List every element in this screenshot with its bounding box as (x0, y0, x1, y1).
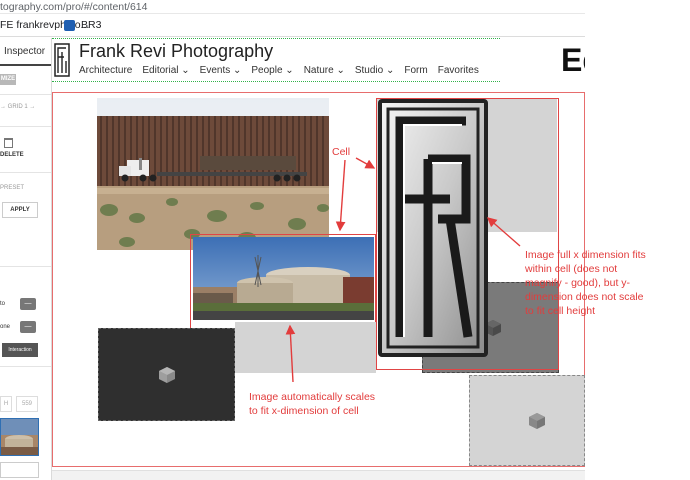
annotation-line: Image automatically scales (249, 391, 376, 403)
nav-item-events[interactable]: Events ⌄ (200, 65, 242, 76)
apply-button[interactable]: APPLY (2, 202, 38, 218)
height-label-box[interactable]: H (0, 396, 12, 412)
delete-label[interactable]: DELETE (0, 152, 24, 158)
truck-photo (97, 98, 329, 250)
annotation-line: to fit cell height (525, 305, 596, 317)
blank-margin (585, 0, 690, 480)
nav-item-architecture[interactable]: Architecture (79, 65, 132, 76)
height-value-input[interactable]: 559 (16, 396, 38, 412)
inspector-tab-indicator (0, 64, 51, 66)
image-placeholder-icon (529, 413, 545, 429)
image-field[interactable] (0, 462, 39, 478)
address-bar[interactable]: tography.com/pro/#/content/614 (0, 0, 585, 14)
tanks-photo (193, 237, 374, 320)
annotation-line: within cell (does not (525, 263, 618, 275)
divider (0, 266, 51, 267)
url-text: tography.com/pro/#/content/614 (0, 1, 148, 13)
divider (0, 126, 51, 127)
annotation-cell: Cell (332, 146, 351, 158)
image-truck-border-wall[interactable] (97, 98, 329, 250)
selected-image-thumbnail[interactable] (0, 418, 39, 456)
row2-dash-button[interactable]: — (20, 321, 36, 333)
inspector-panel: Inspector MIZE → GRID 1 → DELETE PRESET … (0, 38, 52, 480)
nav-item-studio[interactable]: Studio ⌄ (355, 65, 395, 76)
annotation-line: Image full x dimension fits (525, 249, 646, 261)
row-label-1: to (0, 301, 6, 307)
image-placeholder-icon (159, 367, 175, 383)
empty-cell-dark[interactable] (98, 328, 235, 421)
empty-cell-light[interactable] (235, 322, 376, 373)
site-logo-icon[interactable] (54, 43, 70, 77)
annotation-line: magnify - good), but y- (525, 277, 631, 289)
interaction-button[interactable]: Interaction (2, 343, 38, 357)
annotation-line: dimension does not scale (525, 291, 644, 303)
fr-logo-image[interactable] (378, 99, 488, 357)
screenshot: tography.com/pro/#/content/614 FE frankr… (0, 0, 690, 480)
trash-icon[interactable] (4, 138, 13, 148)
row-label-2: one (0, 324, 11, 330)
horizontal-scrollbar[interactable] (52, 470, 585, 480)
image-storage-tanks[interactable] (193, 237, 374, 320)
bookmark-icon (64, 19, 75, 31)
thumbnail-image (1, 419, 38, 455)
row1-dash-button[interactable]: — (20, 298, 36, 310)
site-nav: Architecture Editorial ⌄ Events ⌄ People… (79, 65, 479, 76)
divider (0, 172, 51, 173)
bookmarks-bar: FE frankrevphoto... BR3 (0, 15, 585, 37)
annotation-bottom-note: Image automatically scales to fit x-dime… (249, 390, 419, 418)
bookmark-br3[interactable]: BR3 (64, 19, 101, 31)
nav-item-form[interactable]: Form (404, 65, 427, 76)
nav-item-favorites[interactable]: Favorites (438, 65, 479, 76)
grid-breadcrumb[interactable]: → GRID 1 → (0, 104, 35, 110)
site-title[interactable]: Frank Revi Photography (79, 41, 273, 62)
preset-label: PRESET (0, 185, 25, 191)
empty-cell-bottom[interactable] (469, 375, 585, 466)
divider (0, 94, 51, 95)
inspector-title: Inspector (4, 46, 46, 57)
divider (0, 366, 51, 367)
annotation-right-note: Image full x dimension fits within cell … (525, 248, 685, 318)
site-header: Frank Revi Photography Architecture Edit… (52, 38, 500, 82)
nav-item-editorial[interactable]: Editorial ⌄ (142, 65, 189, 76)
nav-item-people[interactable]: People ⌄ (251, 65, 293, 76)
nav-item-nature[interactable]: Nature ⌄ (304, 65, 345, 76)
maximize-button[interactable]: MIZE (0, 74, 16, 85)
annotation-line: to fit x-dimension of cell (249, 405, 359, 417)
page-heading: Ed (561, 42, 585, 78)
bookmark-label: BR3 (81, 19, 102, 31)
